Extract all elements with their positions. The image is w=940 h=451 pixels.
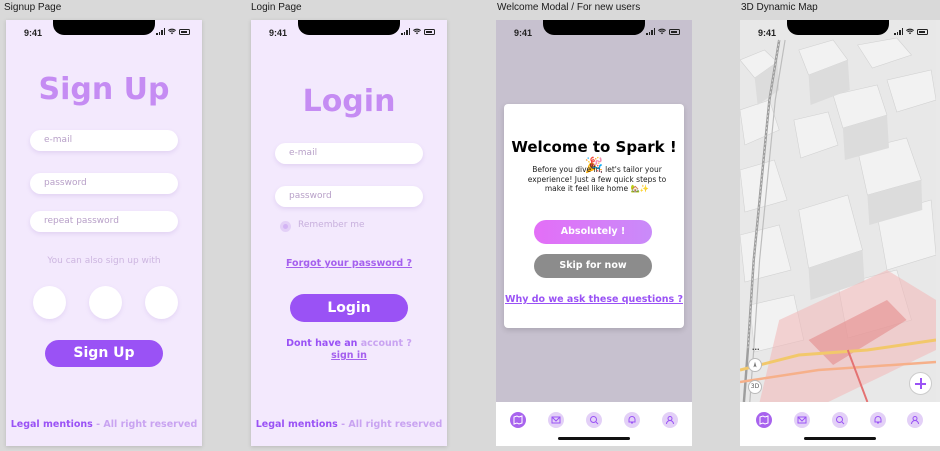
add-button[interactable] bbox=[909, 372, 932, 395]
status-bar: 9:41 bbox=[740, 20, 940, 42]
more-icon[interactable]: ... bbox=[752, 342, 760, 352]
map-icon[interactable] bbox=[510, 412, 526, 428]
remember-me-radio[interactable] bbox=[280, 221, 291, 232]
login-button[interactable]: Login bbox=[290, 294, 408, 322]
bell-icon[interactable] bbox=[870, 412, 886, 428]
social-signup-button-1[interactable] bbox=[33, 286, 66, 319]
rights-text: - All right reserved bbox=[341, 419, 443, 430]
login-screen: 9:41 Login e-mail password Remember me F… bbox=[251, 20, 447, 446]
battery-icon bbox=[424, 28, 435, 35]
why-questions-link[interactable]: Why do we ask these questions ? bbox=[504, 294, 684, 305]
email-placeholder: e-mail bbox=[289, 148, 318, 158]
social-signup-button-2[interactable] bbox=[89, 286, 122, 319]
status-time: 9:41 bbox=[758, 28, 777, 38]
wifi-icon bbox=[658, 28, 666, 35]
wifi-icon bbox=[906, 28, 914, 35]
map-icon[interactable] bbox=[756, 412, 772, 428]
frame-label-login: Login Page bbox=[251, 2, 302, 13]
notch bbox=[543, 20, 645, 35]
notch bbox=[298, 20, 400, 35]
no-account-prefix: Dont have an bbox=[286, 338, 358, 349]
tab-bar bbox=[496, 402, 692, 446]
search-icon[interactable] bbox=[832, 412, 848, 428]
email-field[interactable]: e-mail bbox=[30, 130, 178, 151]
welcome-screen: 9:41 Welcome to Spark ! 🎉 Before you div… bbox=[496, 20, 692, 446]
battery-icon bbox=[179, 28, 190, 35]
signal-icon bbox=[894, 28, 903, 35]
remember-me-label: Remember me bbox=[298, 220, 365, 230]
signal-icon bbox=[646, 28, 655, 35]
signup-screen: 9:41 Sign Up e-mail password repeat pass… bbox=[6, 20, 202, 446]
rights-text: - All right reserved bbox=[96, 419, 198, 430]
email-field[interactable]: e-mail bbox=[275, 143, 423, 164]
compass-icon[interactable] bbox=[748, 358, 762, 372]
signal-icon bbox=[156, 28, 165, 35]
status-time: 9:41 bbox=[24, 28, 43, 38]
repeat-password-field[interactable]: repeat password bbox=[30, 211, 178, 232]
password-placeholder: password bbox=[44, 178, 87, 188]
skip-button[interactable]: Skip for now bbox=[534, 254, 652, 278]
toggle-3d-button[interactable]: 3D bbox=[748, 380, 762, 394]
status-time: 9:41 bbox=[514, 28, 533, 38]
inbox-icon[interactable] bbox=[548, 412, 564, 428]
sign-in-link[interactable]: sign in bbox=[331, 350, 367, 361]
forgot-password-link[interactable]: Forgot your password ? bbox=[251, 258, 447, 269]
accept-button[interactable]: Absolutely ! bbox=[534, 220, 652, 244]
city-map[interactable] bbox=[740, 20, 936, 402]
status-bar: 9:41 bbox=[496, 20, 692, 42]
tab-bar bbox=[740, 402, 940, 446]
signup-button[interactable]: Sign Up bbox=[45, 340, 163, 367]
page-title: Login bbox=[302, 84, 396, 119]
modal-body: Before you dive in, let's tailor your ex… bbox=[527, 165, 667, 193]
email-placeholder: e-mail bbox=[44, 135, 73, 145]
repeat-password-placeholder: repeat password bbox=[44, 216, 119, 226]
search-icon[interactable] bbox=[586, 412, 602, 428]
social-signup-button-3[interactable] bbox=[145, 286, 178, 319]
profile-icon[interactable] bbox=[662, 412, 678, 428]
battery-icon bbox=[917, 28, 928, 35]
notch bbox=[53, 20, 155, 35]
password-field[interactable]: password bbox=[275, 186, 423, 207]
footer: Legal mentions - All right reserved bbox=[251, 419, 447, 430]
status-bar: 9:41 bbox=[6, 20, 202, 42]
sign-in-row: sign in bbox=[251, 350, 447, 361]
no-account-suffix: account ? bbox=[360, 338, 412, 349]
inbox-icon[interactable] bbox=[794, 412, 810, 428]
alt-signup-text: You can also sign up with bbox=[47, 256, 161, 266]
frame-label-map: 3D Dynamic Map bbox=[741, 2, 818, 13]
no-account-text: Dont have an account ? bbox=[251, 338, 447, 350]
frame-label-signup: Signup Page bbox=[4, 2, 62, 13]
legal-mentions-link[interactable]: Legal mentions bbox=[256, 419, 338, 430]
battery-icon bbox=[669, 28, 680, 35]
status-time: 9:41 bbox=[269, 28, 288, 38]
footer: Legal mentions - All right reserved bbox=[6, 419, 202, 430]
frame-label-welcome: Welcome Modal / For new users bbox=[497, 2, 641, 13]
profile-icon[interactable] bbox=[907, 412, 923, 428]
password-field[interactable]: password bbox=[30, 173, 178, 194]
signal-icon bbox=[401, 28, 410, 35]
status-bar: 9:41 bbox=[251, 20, 447, 42]
notch bbox=[787, 20, 889, 35]
page-title: Sign Up bbox=[38, 72, 170, 107]
password-placeholder: password bbox=[289, 191, 332, 201]
home-indicator bbox=[558, 437, 630, 440]
wifi-icon bbox=[168, 28, 176, 35]
bell-icon[interactable] bbox=[624, 412, 640, 428]
home-indicator bbox=[804, 437, 876, 440]
wifi-icon bbox=[413, 28, 421, 35]
welcome-modal: Welcome to Spark ! 🎉 Before you dive in,… bbox=[504, 104, 684, 328]
map-screen: 9:41 ... 3D bbox=[740, 20, 940, 446]
legal-mentions-link[interactable]: Legal mentions bbox=[11, 419, 93, 430]
